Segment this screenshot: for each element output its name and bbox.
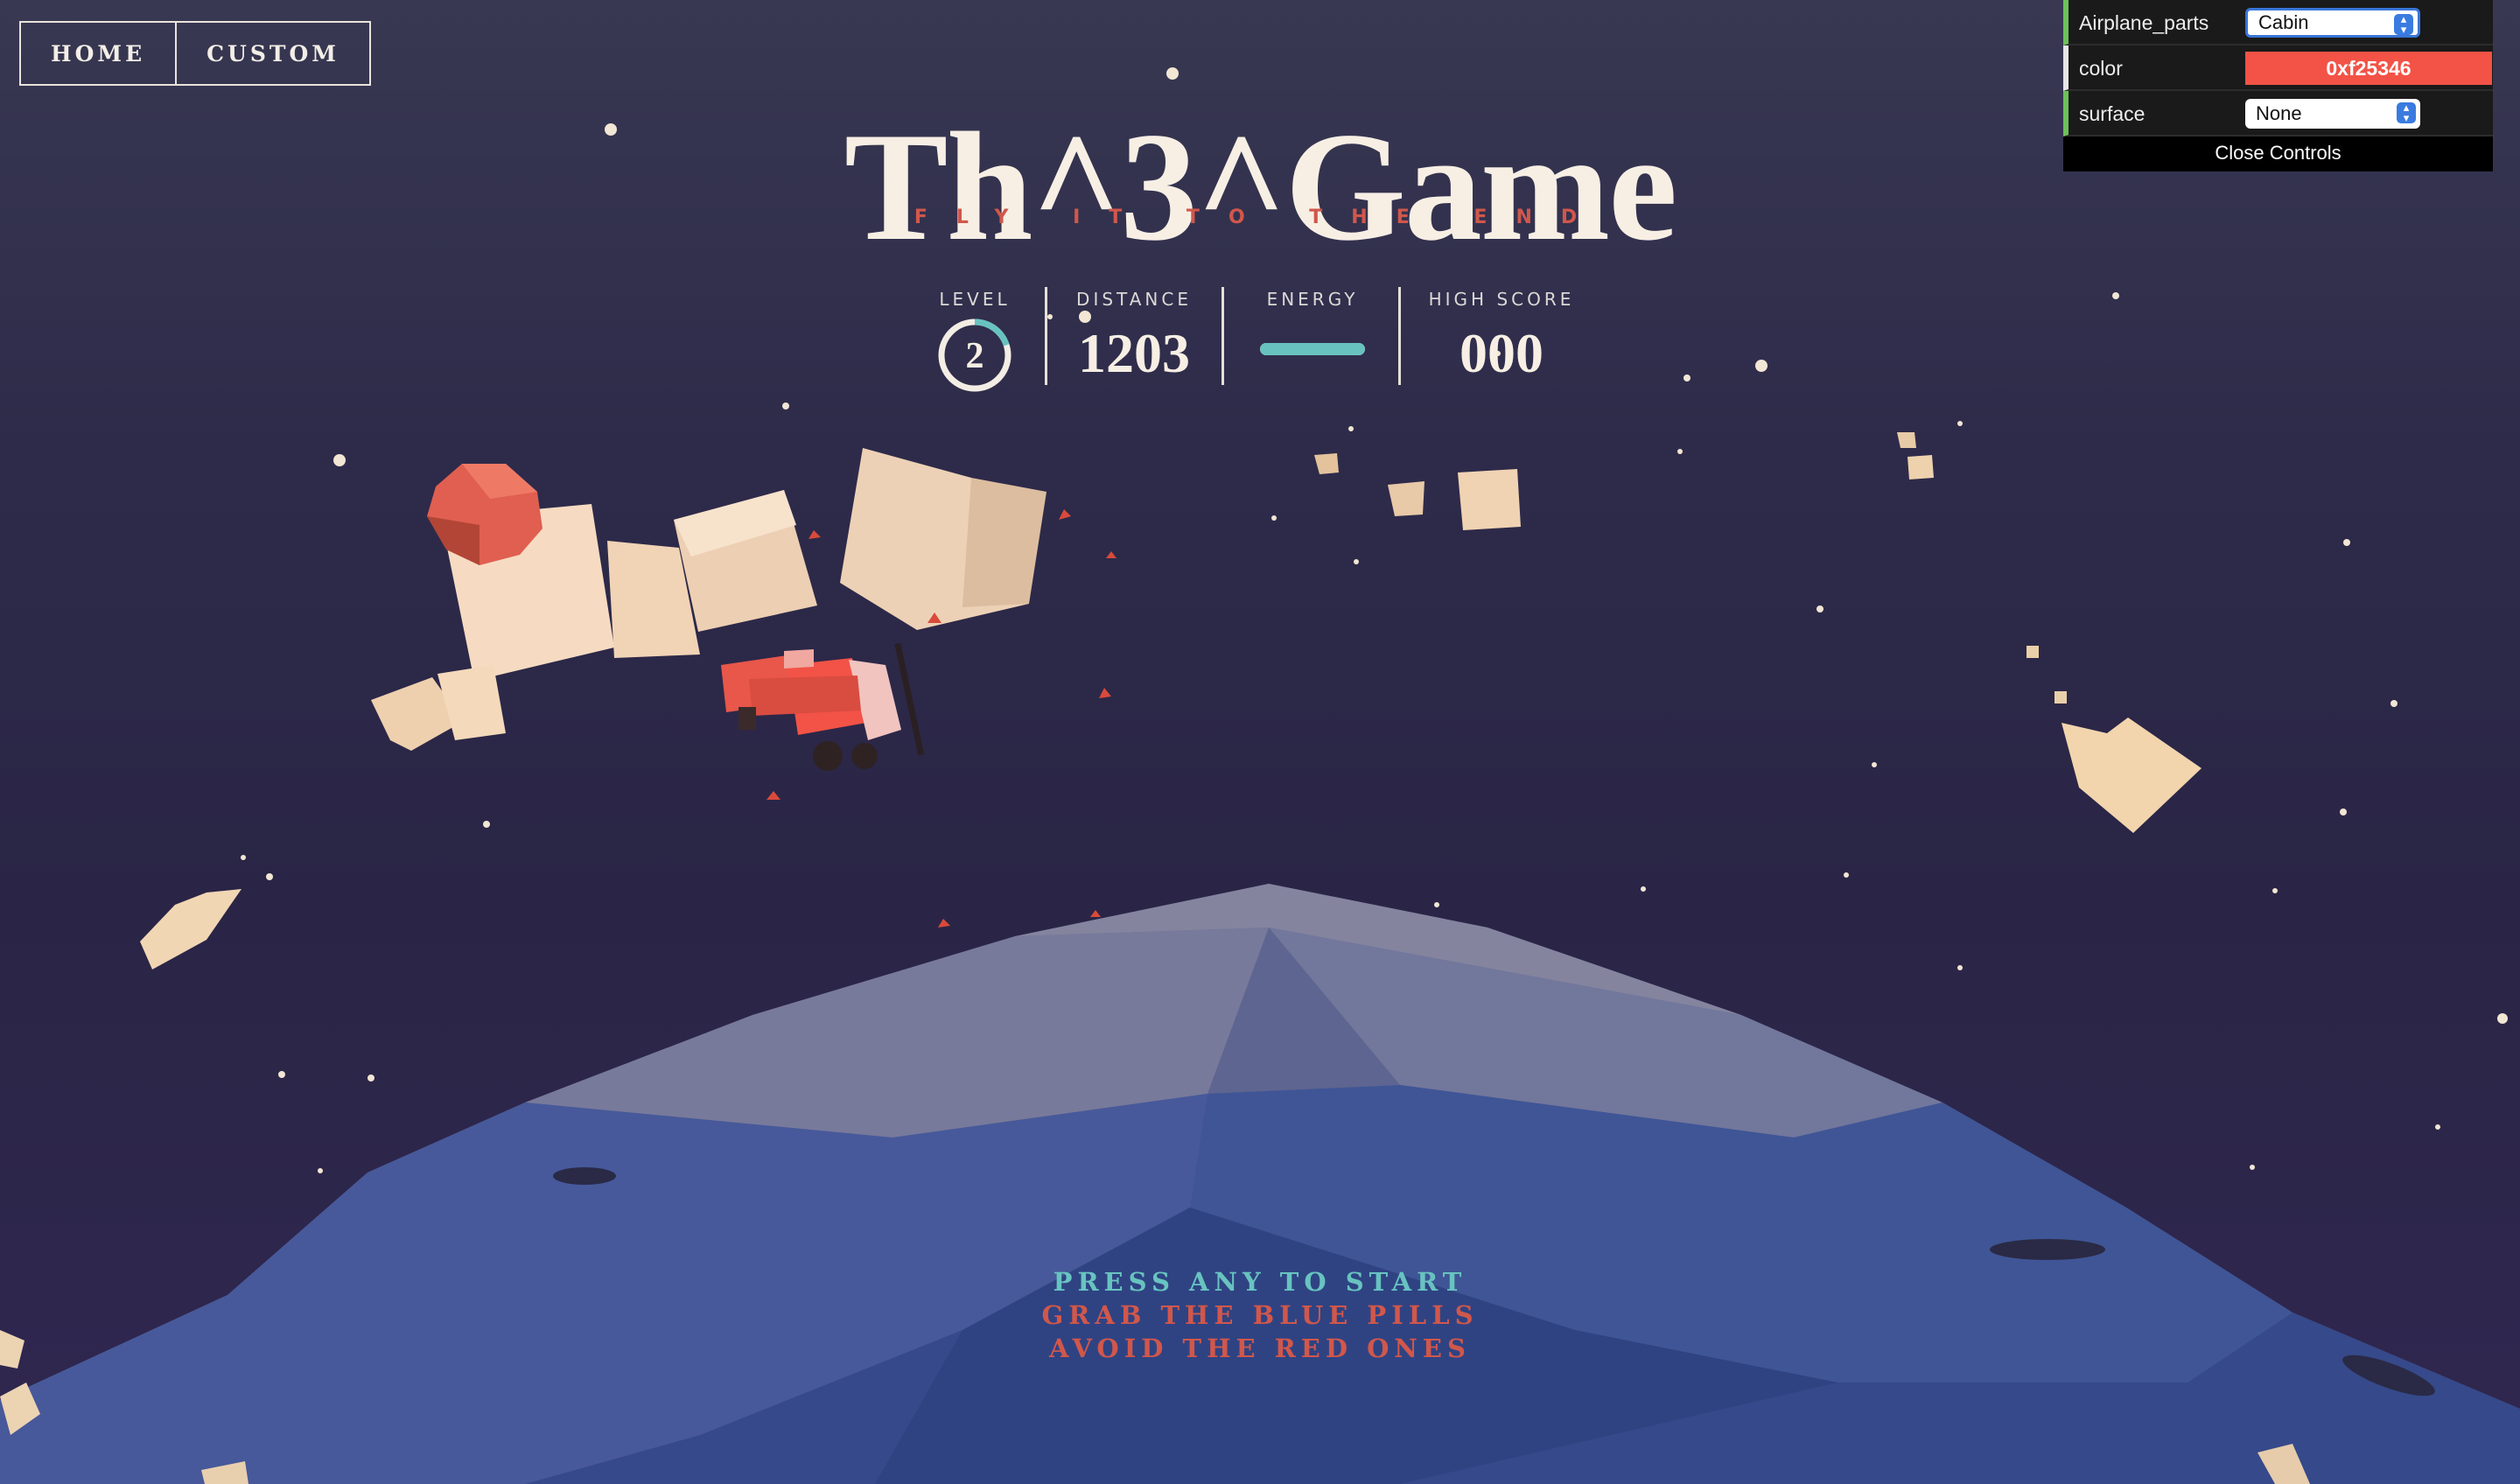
custom-button[interactable]: CUSTOM bbox=[175, 23, 369, 84]
surface-value: None bbox=[2256, 102, 2302, 124]
level-label: LEVEL bbox=[939, 289, 1011, 310]
surface-select[interactable]: None ▴ ▾ bbox=[2245, 99, 2420, 129]
select-arrows-icon: ▴ ▾ bbox=[2394, 13, 2413, 35]
airplane-parts-select[interactable]: Cabin ▴ ▾ bbox=[2245, 8, 2420, 38]
highscore-value: 000 bbox=[1460, 322, 1544, 384]
airplane-parts-value: Cabin bbox=[2258, 11, 2309, 33]
airplane-parts-row: Airplane_parts Cabin ▴ ▾ bbox=[2063, 0, 2493, 46]
distance-label: DISTANCE bbox=[1076, 289, 1192, 310]
grab-pills-text: GRAB THE BLUE PILLS bbox=[1041, 1300, 1479, 1330]
hud-energy: ENERGY bbox=[1227, 282, 1398, 388]
airplane-parts-label: Airplane_parts bbox=[2079, 11, 2209, 34]
press-to-start-text: PRESS ANY TO START bbox=[1053, 1267, 1467, 1297]
hud-separator bbox=[1222, 287, 1224, 385]
close-controls-button[interactable]: Close Controls bbox=[2063, 136, 2493, 172]
energy-bar bbox=[1260, 343, 1365, 355]
hud-separator bbox=[1045, 287, 1047, 385]
home-button[interactable]: HOME bbox=[21, 23, 175, 84]
hud-distance: DISTANCE 1203 bbox=[1050, 282, 1218, 388]
highscore-label: HIGH SCORE bbox=[1428, 289, 1575, 310]
color-picker[interactable]: 0xf25346 bbox=[2245, 52, 2492, 85]
hud-level: LEVEL 2 bbox=[906, 282, 1043, 392]
hud-highscore: HIGH SCORE 000 bbox=[1404, 282, 1600, 388]
color-label: color bbox=[2079, 57, 2123, 80]
color-row: color 0xf25346 bbox=[2063, 46, 2493, 91]
planet bbox=[0, 884, 2520, 1484]
avoid-pills-text: AVOID THE RED ONES bbox=[1049, 1334, 1471, 1363]
surface-label: surface bbox=[2079, 102, 2146, 125]
level-circle: 2 bbox=[938, 318, 1012, 392]
select-arrows-icon: ▴ ▾ bbox=[2397, 102, 2416, 123]
distance-value: 1203 bbox=[1078, 322, 1190, 384]
airplane bbox=[721, 642, 925, 771]
nav-bar: HOME CUSTOM bbox=[19, 21, 371, 86]
surface-row: surface None ▴ ▾ bbox=[2063, 91, 2493, 136]
level-value: 2 bbox=[966, 336, 984, 376]
controls-panel: Airplane_parts Cabin ▴ ▾ color 0xf25346 s… bbox=[2063, 0, 2493, 172]
game-subtitle: FLY IT TO THE END bbox=[914, 206, 1606, 228]
hud-separator bbox=[1398, 287, 1401, 385]
energy-fill bbox=[1260, 343, 1365, 355]
energy-label: ENERGY bbox=[1266, 289, 1359, 310]
